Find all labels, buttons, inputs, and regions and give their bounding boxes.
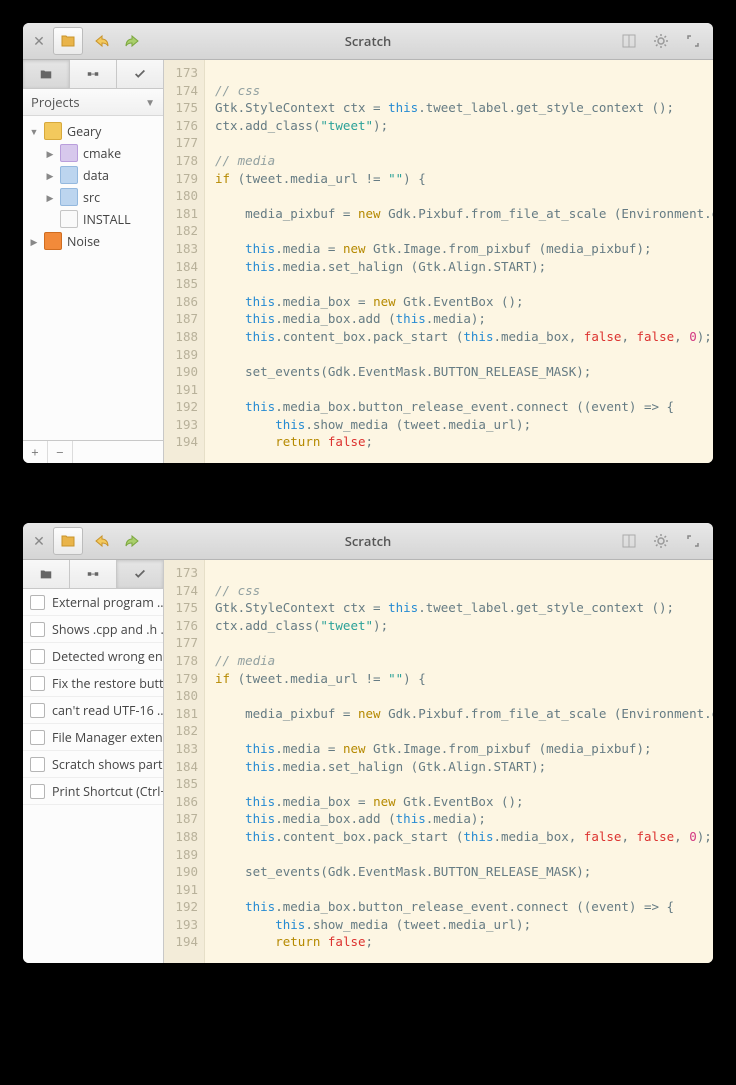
task-item[interactable]: Fix the restore button xyxy=(23,670,163,697)
checkbox[interactable] xyxy=(30,703,45,718)
task-item[interactable]: File Manager extens… xyxy=(23,724,163,751)
panel-label: Projects xyxy=(31,93,80,111)
task-item[interactable]: can't read UTF-16 … xyxy=(23,697,163,724)
redo-button[interactable] xyxy=(119,528,147,554)
task-item[interactable]: External program … xyxy=(23,589,163,616)
checkbox[interactable] xyxy=(30,730,45,745)
settings-button[interactable] xyxy=(647,28,675,54)
remove-button[interactable]: − xyxy=(48,441,73,463)
window-tasks: ✕ Scratch External program …Shows .cpp a… xyxy=(23,523,713,963)
undo-button[interactable] xyxy=(87,28,115,54)
titlebar: ✕ Scratch xyxy=(23,23,713,60)
sidebar: External program …Shows .cpp and .h …Det… xyxy=(23,560,164,963)
sidebar-tab-tasks[interactable] xyxy=(117,560,163,588)
tree-item[interactable]: ▶cmake xyxy=(23,142,163,164)
maximize-button[interactable] xyxy=(679,28,707,54)
task-item[interactable]: Scratch shows parts… xyxy=(23,751,163,778)
gutter: 173 174 175 176 177 178 179 180 181 182 … xyxy=(164,60,205,463)
checkbox[interactable] xyxy=(30,784,45,799)
maximize-button[interactable] xyxy=(679,528,707,554)
code-editor[interactable]: 173 174 175 176 177 178 179 180 181 182 … xyxy=(164,60,713,463)
checkbox[interactable] xyxy=(30,595,45,610)
window-projects: ✕ Scratch Projects ▼ ▼Geary▶cmake▶data▶s… xyxy=(23,23,713,463)
gutter: 173 174 175 176 177 178 179 180 181 182 … xyxy=(164,560,205,963)
close-button[interactable]: ✕ xyxy=(29,32,49,51)
sidebar: Projects ▼ ▼Geary▶cmake▶data▶srcINSTALL▶… xyxy=(23,60,164,463)
checkbox[interactable] xyxy=(30,622,45,637)
task-item[interactable]: Detected wrong enc… xyxy=(23,643,163,670)
project-tree[interactable]: ▼Geary▶cmake▶data▶srcINSTALL▶Noise xyxy=(23,116,163,440)
task-item[interactable]: Shows .cpp and .h … xyxy=(23,616,163,643)
tree-item[interactable]: ▶Noise xyxy=(23,230,163,252)
open-button[interactable] xyxy=(53,27,83,55)
checkbox[interactable] xyxy=(30,676,45,691)
chevron-down-icon: ▼ xyxy=(145,95,155,109)
tree-item[interactable]: ▶data xyxy=(23,164,163,186)
code-area[interactable]: // css Gtk.StyleContext ctx = this.tweet… xyxy=(205,560,713,963)
sidebar-tab-files[interactable] xyxy=(23,560,70,588)
titlebar: ✕ Scratch xyxy=(23,523,713,560)
close-button[interactable]: ✕ xyxy=(29,532,49,551)
task-list[interactable]: External program …Shows .cpp and .h …Det… xyxy=(23,589,163,963)
tree-item[interactable]: ▼Geary xyxy=(23,120,163,142)
checkbox[interactable] xyxy=(30,649,45,664)
panel-header[interactable]: Projects ▼ xyxy=(23,89,163,116)
redo-button[interactable] xyxy=(119,28,147,54)
code-area[interactable]: // css Gtk.StyleContext ctx = this.tweet… xyxy=(205,60,713,463)
code-editor[interactable]: 173 174 175 176 177 178 179 180 181 182 … xyxy=(164,560,713,963)
window-title: Scratch xyxy=(345,532,392,550)
settings-button[interactable] xyxy=(647,528,675,554)
checkbox[interactable] xyxy=(30,757,45,772)
task-item[interactable]: Print Shortcut (Ctrl+P) xyxy=(23,778,163,805)
sidebar-tab-symbols[interactable] xyxy=(70,60,117,88)
open-button[interactable] xyxy=(53,527,83,555)
sidebar-tab-symbols[interactable] xyxy=(70,560,117,588)
undo-button[interactable] xyxy=(87,528,115,554)
sidebar-tab-tasks[interactable] xyxy=(117,60,163,88)
tree-item[interactable]: ▶src xyxy=(23,186,163,208)
sidebar-tab-files[interactable] xyxy=(23,60,70,88)
tree-item[interactable]: INSTALL xyxy=(23,208,163,230)
add-button[interactable]: + xyxy=(23,441,48,463)
split-view-button[interactable] xyxy=(615,528,643,554)
split-view-button[interactable] xyxy=(615,28,643,54)
window-title: Scratch xyxy=(345,32,392,50)
